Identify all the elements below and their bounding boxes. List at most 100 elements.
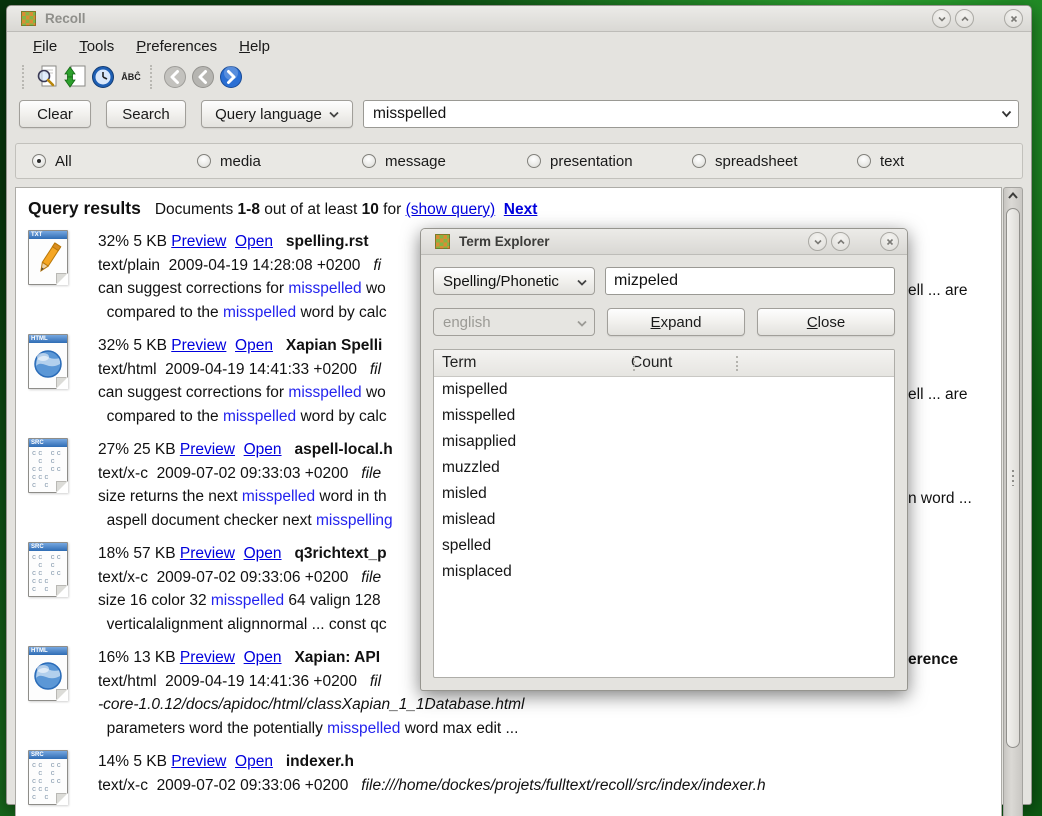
chevron-down-icon[interactable]: [1001, 110, 1012, 118]
menu-file[interactable]: File: [23, 35, 67, 58]
result-title: indexer.h: [286, 753, 354, 770]
menu-help[interactable]: Help: [229, 35, 280, 58]
main-titlebar[interactable]: Recoll: [7, 6, 1031, 32]
expand-button[interactable]: Expand: [607, 308, 745, 336]
open-link[interactable]: Open: [244, 649, 282, 666]
scrollbar-thumb[interactable]: [1006, 208, 1020, 748]
preview-link[interactable]: Preview: [180, 649, 235, 666]
html-file-icon[interactable]: HTML: [28, 334, 68, 428]
result-title: aspell-local.h: [294, 441, 392, 458]
column-separator: [736, 356, 738, 371]
result-text-fragment: ell ... are: [908, 383, 967, 407]
result-text: [235, 441, 244, 458]
minimize-button[interactable]: [932, 9, 951, 28]
preview-link[interactable]: Preview: [180, 545, 235, 562]
term-row[interactable]: muzzled: [434, 455, 894, 481]
html-file-icon[interactable]: HTML: [28, 646, 68, 740]
preview-link[interactable]: Preview: [180, 441, 235, 458]
column-separator: [633, 356, 635, 371]
open-link[interactable]: Open: [235, 233, 273, 250]
show-query-link[interactable]: (show query): [406, 201, 496, 218]
menu-preferences[interactable]: Preferences: [126, 35, 227, 58]
result-text: compared to the: [98, 304, 223, 321]
term-input[interactable]: [605, 267, 895, 295]
term-row[interactable]: mispelled: [434, 377, 894, 403]
open-link[interactable]: Open: [244, 545, 282, 562]
filter-media[interactable]: media: [197, 153, 362, 170]
filter-spreadsheet[interactable]: spreadsheet: [692, 153, 857, 170]
recoll-app-icon: [435, 234, 450, 249]
results-summary: Documents 1-8 out of at least 10 for: [155, 201, 406, 218]
preview-link[interactable]: Preview: [171, 337, 226, 354]
filter-text[interactable]: text: [857, 153, 1022, 170]
term-row[interactable]: mislead: [434, 507, 894, 533]
count-column-header[interactable]: Count: [631, 354, 894, 372]
result-text: 14% 5 KB: [98, 753, 171, 770]
filter-message[interactable]: message: [362, 153, 527, 170]
menu-tools[interactable]: Tools: [69, 35, 124, 58]
query-language-dropdown[interactable]: Query language: [201, 100, 353, 128]
results-scrollbar[interactable]: [1003, 187, 1023, 816]
term-explorer-button[interactable]: ÅBĈ: [117, 63, 145, 91]
sort-parameters-button[interactable]: [61, 63, 89, 91]
search-button[interactable]: Search: [106, 100, 186, 128]
result-url: file:///home/dockes/projets/fulltext/rec…: [361, 777, 765, 794]
term-row[interactable]: misled: [434, 481, 894, 507]
count-cell: [631, 533, 894, 559]
result-text: text/html 2009-04-19 14:41:33 +0200: [98, 361, 370, 378]
filter-label: media: [220, 153, 261, 170]
filter-presentation[interactable]: presentation: [527, 153, 692, 170]
document-history-button[interactable]: [89, 63, 117, 91]
term-row[interactable]: misspelled: [434, 403, 894, 429]
highlighted-term: misspelled: [288, 280, 361, 297]
dialog-title: Term Explorer: [459, 234, 550, 249]
result-text: 27% 25 KB: [98, 441, 180, 458]
open-link[interactable]: Open: [235, 337, 273, 354]
dialog-titlebar[interactable]: Term Explorer: [421, 229, 907, 255]
open-link[interactable]: Open: [235, 753, 273, 770]
count-cell: [631, 429, 894, 455]
filter-all[interactable]: All: [32, 153, 197, 170]
result-text: size returns the next: [98, 488, 242, 505]
first-page-button[interactable]: [161, 63, 189, 91]
highlighted-term: misspelled: [223, 408, 296, 425]
chevron-down-icon: [329, 111, 339, 118]
dialog-maximize-button[interactable]: [831, 232, 850, 251]
source-file-icon[interactable]: SRCcc cc c ccc cccccc c: [28, 438, 68, 532]
results-title: Query results: [28, 198, 141, 218]
term-row[interactable]: misapplied: [434, 429, 894, 455]
scroll-up-icon[interactable]: [1004, 191, 1022, 200]
result-url: fil: [370, 673, 381, 690]
term-cell: misled: [434, 481, 631, 507]
text-file-icon[interactable]: TXT: [28, 230, 68, 324]
result-url: fil: [370, 361, 381, 378]
next-page-button[interactable]: [217, 63, 245, 91]
close-button[interactable]: [1004, 9, 1023, 28]
maximize-button[interactable]: [955, 9, 974, 28]
expansion-mode-dropdown[interactable]: Spelling/Phonetic: [433, 267, 595, 295]
result-text: [273, 233, 286, 250]
term-column-header[interactable]: Term: [434, 354, 631, 372]
highlighted-term: misspelled: [242, 488, 315, 505]
clear-button[interactable]: Clear: [19, 100, 91, 128]
previous-page-button[interactable]: [189, 63, 217, 91]
source-file-icon[interactable]: SRCcc cc c ccc cccccc c: [28, 542, 68, 636]
result-text: [282, 545, 295, 562]
term-row[interactable]: spelled: [434, 533, 894, 559]
advanced-search-button[interactable]: [33, 63, 61, 91]
next-page-link[interactable]: Next: [504, 201, 538, 218]
preview-link[interactable]: Preview: [171, 233, 226, 250]
term-row[interactable]: misplaced: [434, 559, 894, 585]
term-table: Term Count mispelledmisspelledmisapplied…: [433, 349, 895, 678]
search-query-combobox[interactable]: [363, 100, 1019, 128]
dialog-minimize-button[interactable]: [808, 232, 827, 251]
preview-link[interactable]: Preview: [171, 753, 226, 770]
source-file-icon[interactable]: SRCcc cc c ccc cccccc c: [28, 750, 68, 816]
count-cell: [631, 377, 894, 403]
close-dialog-button[interactable]: Close: [757, 308, 895, 336]
filter-label: presentation: [550, 153, 633, 170]
result-text: text/x-c 2009-07-02 09:33:06 +0200: [98, 569, 361, 586]
dialog-close-button[interactable]: [880, 232, 899, 251]
open-link[interactable]: Open: [244, 441, 282, 458]
search-query-input[interactable]: [363, 100, 1019, 128]
